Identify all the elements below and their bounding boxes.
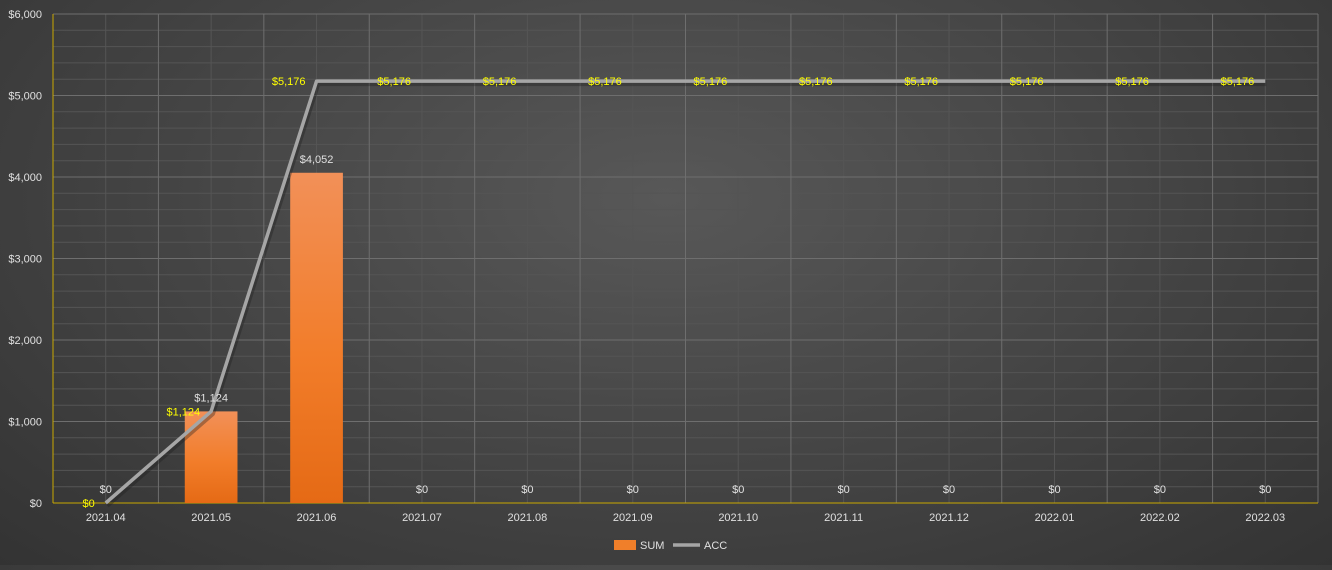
x-tick-label: 2021.11 xyxy=(824,512,863,524)
data-label-sum: $0 xyxy=(1048,484,1060,496)
data-label-acc: $5,176 xyxy=(1115,76,1149,88)
x-tick-label: 2022.02 xyxy=(1140,512,1180,524)
data-label-acc: $5,176 xyxy=(377,76,411,88)
line-acc-shadow xyxy=(104,80,1267,508)
x-tick-label: 2022.01 xyxy=(1035,512,1075,524)
data-labels: $0 $1,124 $4,052 $0 $0 $0 $0 $0 $0 $0 $0 $0 $0 $1,124… xyxy=(82,76,1271,510)
x-tick-label: 2021.09 xyxy=(613,512,653,524)
x-tick-label: 2021.06 xyxy=(297,512,337,524)
data-label-sum: $0 xyxy=(1154,484,1166,496)
data-label-sum: $0 xyxy=(943,484,955,496)
legend-swatch-sum xyxy=(614,540,636,550)
bar-sum xyxy=(290,172,343,503)
data-label-acc: $5,176 xyxy=(694,76,728,88)
data-label-sum: $0 xyxy=(838,484,850,496)
y-tick-label: $4,000 xyxy=(8,172,42,184)
legend-label-sum: SUM xyxy=(640,540,664,552)
data-label-sum: $4,052 xyxy=(300,154,334,166)
x-tick-label: 2021.04 xyxy=(86,512,126,524)
x-tick-label: 2021.12 xyxy=(929,512,969,524)
x-tick-label: 2021.07 xyxy=(402,512,442,524)
data-label-acc: $1,124 xyxy=(166,406,200,418)
data-label-acc: $5,176 xyxy=(272,76,306,88)
x-tick-label: 2021.05 xyxy=(191,512,231,524)
data-label-sum: $0 xyxy=(1259,484,1271,496)
data-label-acc: $5,176 xyxy=(1010,76,1044,88)
data-label-sum: $0 xyxy=(521,484,533,496)
x-tick-label: 2021.10 xyxy=(718,512,758,524)
y-tick-label: $5,000 xyxy=(8,91,42,103)
data-label-acc: $5,176 xyxy=(904,76,938,88)
x-tick-label: 2022.03 xyxy=(1245,512,1285,524)
legend: SUM ACC xyxy=(614,540,727,552)
x-tick-label: 2021.08 xyxy=(507,512,547,524)
legend-label-acc: ACC xyxy=(704,540,727,552)
data-label-sum: $0 xyxy=(100,484,112,496)
data-label-acc: $5,176 xyxy=(588,76,622,88)
chart: $0 $1,124 $4,052 $0 $0 $0 $0 $0 $0 $0 $0 $0 $0 $1,124… xyxy=(0,0,1332,565)
data-label-acc: $0 xyxy=(82,498,94,510)
y-tick-label: $6,000 xyxy=(8,9,42,21)
data-label-sum: $0 xyxy=(732,484,744,496)
y-tick-label: $0 xyxy=(30,498,42,510)
data-label-sum: $1,124 xyxy=(194,392,228,404)
data-label-acc: $5,176 xyxy=(799,76,833,88)
y-tick-label: $1,000 xyxy=(8,417,42,429)
y-tick-label: $3,000 xyxy=(8,254,42,266)
data-label-sum: $0 xyxy=(627,484,639,496)
data-label-sum: $0 xyxy=(416,484,428,496)
data-label-acc: $5,176 xyxy=(1221,76,1255,88)
data-label-acc: $5,176 xyxy=(483,76,517,88)
y-tick-label: $2,000 xyxy=(8,335,42,347)
combo-chart-svg: $0 $1,124 $4,052 $0 $0 $0 $0 $0 $0 $0 $0 $0 $0 $1,124… xyxy=(8,9,1319,552)
